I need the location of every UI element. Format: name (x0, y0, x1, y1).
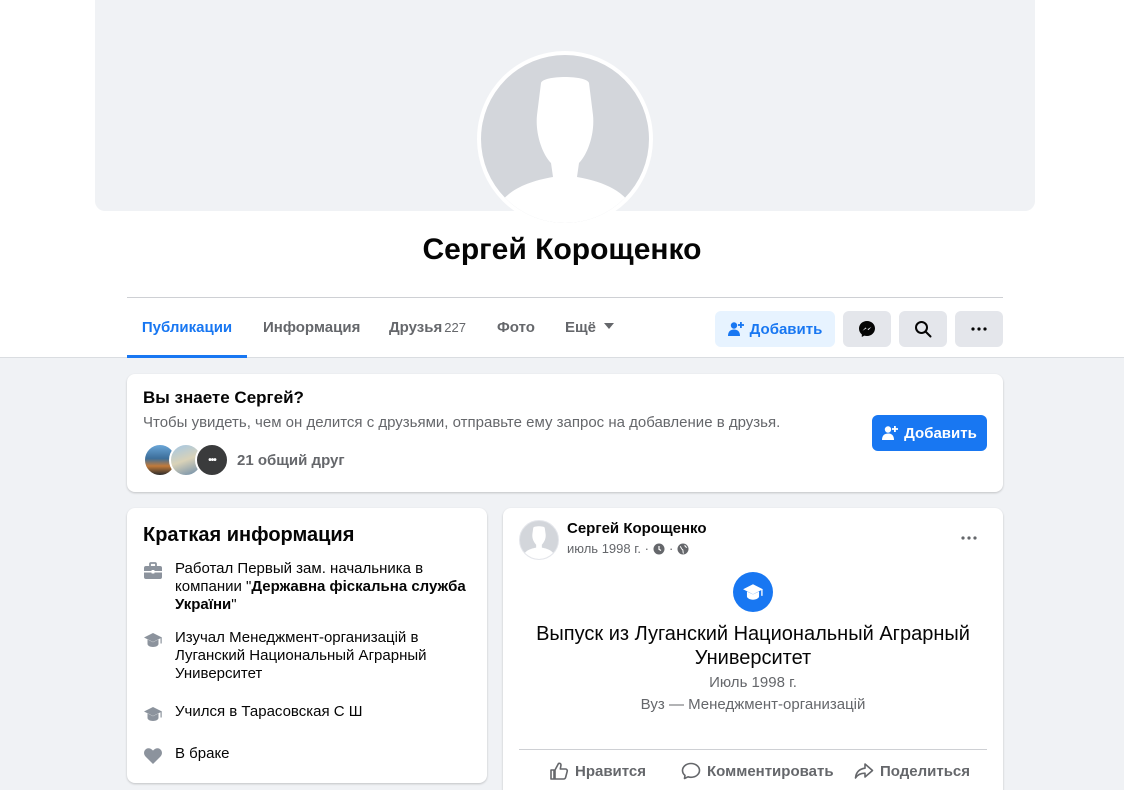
add-friend-icon (882, 426, 899, 440)
default-avatar-icon (521, 526, 557, 559)
comment-label: Комментировать (707, 762, 834, 780)
post-author-name[interactable]: Сергей Корощенко (567, 520, 707, 537)
intro-card: Краткая информация Работал Первый зам. н… (127, 508, 487, 783)
relationship-text: В браке (175, 745, 230, 762)
post-date[interactable]: июль 1998 г. · (567, 541, 649, 556)
heart-icon (144, 748, 162, 764)
post-card: Сергей Корощенко июль 1998 г. · · Выпуск… (503, 508, 1003, 790)
tab-friends[interactable]: Друзья 227 (389, 298, 466, 358)
add-friend-label: Добавить (904, 424, 977, 442)
tab-photos[interactable]: Фото (497, 298, 535, 358)
tab-more[interactable]: Ещё (565, 298, 615, 358)
mutual-friends-count[interactable]: 21 общий друг (237, 452, 345, 469)
intro-school: Учился в Тарасовская С Ш (143, 703, 473, 724)
post-more-button[interactable] (955, 526, 983, 550)
comment-icon (681, 762, 701, 780)
caret-down-icon (604, 323, 615, 330)
like-button[interactable]: Нравится (549, 760, 646, 782)
intro-relationship: В браке (143, 745, 473, 766)
graduation-cap-icon (144, 633, 162, 647)
share-button[interactable]: Поделиться (854, 760, 970, 782)
mutual-friends[interactable]: ••• 21 общий друг (143, 443, 345, 477)
post-author-avatar[interactable] (519, 520, 559, 560)
comment-button[interactable]: Комментировать (681, 760, 834, 782)
add-friend-label: Добавить (749, 320, 823, 338)
default-avatar-icon (489, 77, 641, 223)
more-dots-icon (971, 327, 987, 331)
more-options-button[interactable] (955, 311, 1003, 347)
post-headline: Выпуск из Луганский Национальный Аграрны… (536, 623, 970, 669)
messenger-icon (859, 321, 875, 337)
tab-label: Публикации (141, 319, 233, 336)
know-person-card: Вы знаете Сергей? Чтобы увидеть, чем он … (127, 374, 1003, 492)
post-meta: июль 1998 г. · · (567, 541, 689, 556)
study-text: Изучал Менеджмент-организацій в Лугански… (175, 629, 427, 682)
intro-work: Работал Первый зам. начальника в компани… (143, 560, 473, 614)
tab-label: Фото (497, 319, 535, 336)
know-subtitle: Чтобы увидеть, чем он делится с друзьями… (143, 414, 781, 431)
share-label: Поделиться (880, 762, 971, 780)
mutual-friend-more[interactable]: ••• (195, 443, 229, 477)
add-friend-primary-button[interactable]: Добавить (872, 415, 987, 451)
post-field: Вуз — Менеджмент-организацій (640, 696, 866, 713)
add-friend-button[interactable]: Добавить (715, 311, 835, 347)
education-event-badge (733, 572, 773, 612)
more-dots-icon (961, 536, 977, 540)
graduation-cap-icon (743, 584, 763, 600)
tab-about[interactable]: Информация (263, 298, 360, 358)
friends-count: 227 (444, 320, 466, 335)
profile-header: Сергей Корощенко Публикации Информация Д… (0, 0, 1124, 358)
graduation-cap-icon (144, 707, 162, 721)
tab-posts[interactable]: Публикации (127, 298, 247, 358)
add-friend-icon (727, 322, 744, 336)
briefcase-icon (144, 562, 162, 579)
post-divider (519, 749, 987, 750)
profile-avatar[interactable] (477, 51, 653, 227)
intro-title: Краткая информация (143, 524, 355, 546)
intro-study: Изучал Менеджмент-организацій в Лугански… (143, 629, 473, 683)
like-icon (550, 762, 569, 780)
search-icon (915, 321, 932, 338)
search-button[interactable] (899, 311, 947, 347)
know-title: Вы знаете Сергей? (143, 388, 304, 407)
tab-label: Информация (263, 319, 361, 336)
profile-name: Сергей Корощенко (422, 233, 702, 266)
clock-icon (653, 543, 665, 554)
share-icon (854, 763, 874, 779)
message-button[interactable] (843, 311, 891, 347)
post-event-date: Июль 1998 г. (709, 674, 797, 691)
profile-nav: Публикации Информация Друзья 227 Фото Ещё… (127, 297, 1003, 358)
tab-label: Друзья (389, 319, 443, 336)
work-text-suffix: " (231, 596, 237, 613)
tab-label: Ещё (565, 319, 597, 336)
like-label: Нравится (575, 762, 647, 780)
school-text: Учился в Тарасовская С Ш (175, 703, 363, 720)
globe-icon (677, 543, 689, 554)
